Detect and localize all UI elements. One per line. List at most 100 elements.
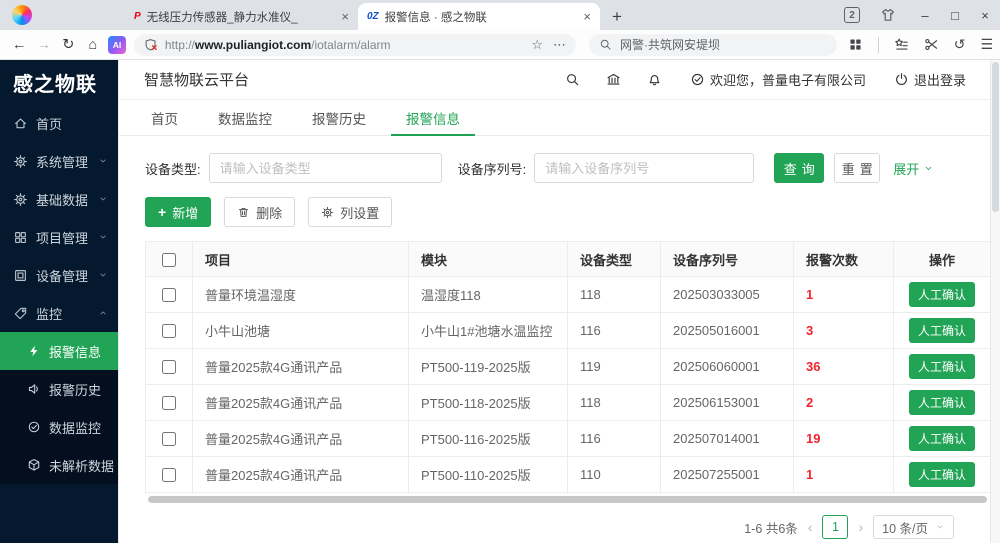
tab-close-icon[interactable]: ×: [583, 9, 591, 24]
sidebar-item-device-mgmt[interactable]: 设备管理: [0, 256, 118, 294]
tab-data-monitor[interactable]: 数据监控: [203, 100, 287, 135]
alarm-count-value: 1: [806, 287, 813, 302]
new-tab-button[interactable]: +: [612, 8, 622, 25]
row-checkbox[interactable]: [162, 324, 176, 338]
search-bar[interactable]: 网警·共筑网安堤坝: [589, 34, 837, 56]
tab-home[interactable]: 首页: [136, 100, 193, 135]
expand-toggle[interactable]: 展开: [893, 159, 934, 178]
notification-bell-icon[interactable]: [647, 72, 662, 87]
sidebar-subitem-alarm-history[interactable]: 报警历史: [0, 370, 118, 408]
tab-close-icon[interactable]: ×: [341, 9, 349, 24]
tab-title: 无线压力传感器_静力水准仪_: [147, 9, 337, 25]
sidebar-submenu: 报警信息 报警历史 数据监控 未解析数据: [0, 332, 118, 484]
url-path: /iotalarm/alarm: [311, 38, 390, 52]
row-checkbox[interactable]: [162, 432, 176, 446]
site-security-shield-icon[interactable]: [144, 38, 158, 52]
search-icon: [599, 38, 612, 51]
sidebar-item-base-data[interactable]: 基础数据: [0, 180, 118, 218]
alarm-count-value: 2: [806, 395, 813, 410]
table-row: 普量环境温湿度 温湿度118 118 202503033005 1 人工确认: [146, 277, 991, 313]
serial-input[interactable]: [534, 153, 754, 183]
browser-logo-icon: [12, 5, 32, 25]
sidebar-item-home[interactable]: 首页: [0, 104, 118, 142]
sidebar-item-label: 设备管理: [36, 266, 88, 285]
cell-device-type: 116: [568, 421, 661, 457]
sidebar-item-icon: [13, 230, 28, 245]
back-button[interactable]: ←: [7, 37, 32, 53]
reload-button[interactable]: ↻: [56, 37, 81, 53]
next-page-button[interactable]: ›: [856, 519, 865, 535]
user-welcome[interactable]: 欢迎您，普量电子有限公司: [690, 70, 866, 89]
row-checkbox[interactable]: [162, 468, 176, 482]
device-type-input[interactable]: [209, 153, 442, 183]
select-all-checkbox[interactable]: [162, 253, 176, 267]
tab-alarm-info[interactable]: 报警信息: [391, 100, 475, 135]
tab-count-badge[interactable]: 2: [844, 7, 860, 23]
page-scrollbar[interactable]: [990, 60, 1000, 543]
menu-hamburger-icon[interactable]: ☰: [980, 36, 993, 53]
page-actions-icon[interactable]: ⋯: [553, 37, 566, 53]
delete-button[interactable]: 删除: [224, 197, 295, 227]
tab-alarm-history[interactable]: 报警历史: [297, 100, 381, 135]
firefox-view-icon[interactable]: [880, 7, 896, 23]
chevron-icon: [98, 232, 108, 242]
manual-confirm-button[interactable]: 人工确认: [909, 462, 975, 487]
manual-confirm-button[interactable]: 人工确认: [909, 354, 975, 379]
bookmarks-menu-icon[interactable]: [894, 37, 909, 52]
sidebar-subitem-alarm-info[interactable]: 报警信息: [0, 332, 118, 370]
window-minimize-button[interactable]: –: [910, 8, 940, 23]
sidebar-item-project-mgmt[interactable]: 项目管理: [0, 218, 118, 256]
manual-confirm-button[interactable]: 人工确认: [909, 282, 975, 307]
reset-button[interactable]: 重置: [834, 153, 880, 183]
add-button[interactable]: + 新增: [145, 197, 211, 227]
undo-icon[interactable]: ↺: [954, 36, 966, 53]
prev-page-button[interactable]: ‹: [806, 519, 815, 535]
url-scheme: http://: [165, 38, 195, 52]
page-scrollbar-thumb[interactable]: [992, 62, 999, 212]
horizontal-scrollbar[interactable]: [145, 496, 990, 503]
logout-button[interactable]: 退出登录: [894, 70, 966, 89]
logout-label: 退出登录: [914, 70, 966, 89]
chevron-icon: [98, 156, 108, 166]
page-size-select[interactable]: 10 条/页: [873, 515, 954, 539]
row-checkbox[interactable]: [162, 360, 176, 374]
row-checkbox[interactable]: [162, 288, 176, 302]
column-settings-button[interactable]: 列设置: [308, 197, 392, 227]
manual-confirm-button[interactable]: 人工确认: [909, 318, 975, 343]
organization-icon[interactable]: [606, 72, 621, 87]
tab-title: 报警信息 · 感之物联: [385, 9, 579, 25]
sidebar-subitem-icon: [27, 420, 41, 434]
chevron-icon: [98, 270, 108, 280]
alarm-table: 项目 模块 设备类型 设备序列号 报警次数 操作 普量环境温湿度 温湿度118 …: [145, 241, 990, 493]
cell-project: 小牛山池塘: [193, 313, 409, 349]
apps-grid-icon[interactable]: [848, 37, 863, 52]
sidebar-subitem-data-monitor[interactable]: 数据监控: [0, 408, 118, 446]
manual-confirm-button[interactable]: 人工确认: [909, 390, 975, 415]
bookmark-star-icon[interactable]: ☆: [531, 37, 543, 53]
address-bar[interactable]: http://www.puliangiot.com/iotalarm/alarm…: [134, 34, 576, 56]
alarm-count-value: 1: [806, 467, 813, 482]
header-search-icon[interactable]: [565, 72, 580, 87]
sidebar-item-monitor[interactable]: 监控: [0, 294, 118, 332]
forward-button[interactable]: →: [32, 37, 57, 53]
sidebar-item-system-mgmt[interactable]: 系统管理: [0, 142, 118, 180]
window-close-button[interactable]: ×: [970, 8, 1000, 23]
col-device-type: 设备类型: [568, 242, 661, 277]
query-button[interactable]: 查询: [774, 153, 824, 183]
horizontal-scrollbar-thumb[interactable]: [148, 496, 987, 503]
table-header-row: 项目 模块 设备类型 设备序列号 报警次数 操作: [146, 242, 991, 277]
home-button[interactable]: ⌂: [81, 37, 106, 53]
window-maximize-button[interactable]: □: [940, 8, 970, 23]
browser-tab-alarm-info[interactable]: 0Z 报警信息 · 感之物联 ×: [358, 3, 600, 30]
manual-confirm-button[interactable]: 人工确认: [909, 426, 975, 451]
page-number-button[interactable]: 1: [822, 515, 848, 539]
browser-tab-sensor-site[interactable]: P 无线压力传感器_静力水准仪_ ×: [125, 3, 358, 30]
page-tab-label: 报警信息: [406, 108, 460, 128]
screenshot-scissors-icon[interactable]: [924, 37, 939, 52]
sidebar-subitem-unparsed-data[interactable]: 未解析数据: [0, 446, 118, 484]
add-label: 新增: [172, 203, 198, 222]
sidebar: 感之物联 首页 系统管理 基础数据 项目管理 设备管理 监控 报警信息 报警历史…: [0, 60, 118, 543]
cell-serial: 202506060001: [661, 349, 794, 385]
ai-assistant-icon[interactable]: AI: [108, 36, 126, 54]
row-checkbox[interactable]: [162, 396, 176, 410]
